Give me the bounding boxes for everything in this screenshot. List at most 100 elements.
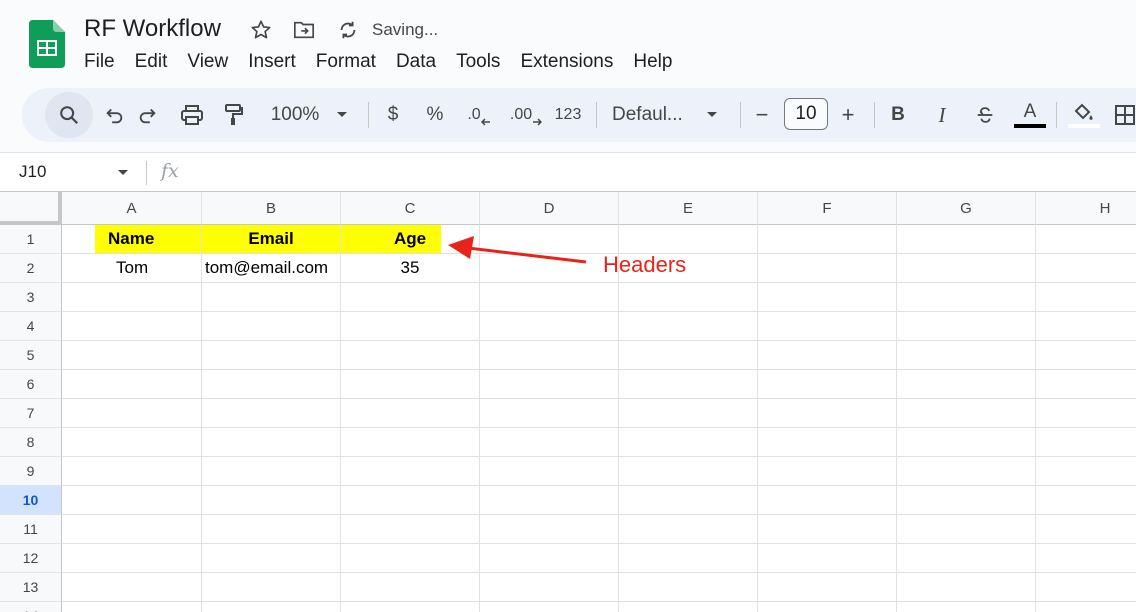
zoom-dropdown[interactable] [332, 88, 352, 142]
paint-format-button[interactable] [214, 88, 254, 142]
decrease-decimal-button[interactable]: .0 [462, 88, 496, 142]
row-header[interactable]: 2 [0, 254, 62, 283]
star-icon[interactable] [250, 19, 272, 41]
cell-b6[interactable] [202, 370, 341, 399]
cell-f1[interactable] [758, 225, 897, 254]
cell-c6[interactable] [341, 370, 480, 399]
menu-format[interactable]: Format [306, 49, 386, 75]
cell-f4[interactable] [758, 312, 897, 341]
cell-g1[interactable] [897, 225, 1036, 254]
cell-e14[interactable] [619, 602, 758, 612]
cell-d5[interactable] [480, 341, 619, 370]
cell-b13[interactable] [202, 573, 341, 602]
print-button[interactable] [172, 88, 212, 142]
cell-f3[interactable] [758, 283, 897, 312]
cell-b11[interactable] [202, 515, 341, 544]
cell-f8[interactable] [758, 428, 897, 457]
cell-g10[interactable] [897, 486, 1036, 515]
cell-d7[interactable] [480, 399, 619, 428]
cell-c3[interactable] [341, 283, 480, 312]
cell-d11[interactable] [480, 515, 619, 544]
cell-g6[interactable] [897, 370, 1036, 399]
menu-help[interactable]: Help [623, 49, 682, 75]
menu-file[interactable]: File [74, 49, 125, 75]
cell-c9[interactable] [341, 457, 480, 486]
row-header[interactable]: 8 [0, 428, 62, 457]
cell-h13[interactable] [1036, 573, 1136, 602]
cell-b8[interactable] [202, 428, 341, 457]
cell-f7[interactable] [758, 399, 897, 428]
font-select[interactable]: Defaul... [612, 88, 692, 142]
cell-g9[interactable] [897, 457, 1036, 486]
menu-view[interactable]: View [177, 49, 238, 75]
cell-e6[interactable] [619, 370, 758, 399]
menu-data[interactable]: Data [386, 49, 446, 75]
cell-f12[interactable] [758, 544, 897, 573]
cell-f10[interactable] [758, 486, 897, 515]
cell-g7[interactable] [897, 399, 1036, 428]
cell-g2[interactable] [897, 254, 1036, 283]
cell-e13[interactable] [619, 573, 758, 602]
cell-f2[interactable] [758, 254, 897, 283]
row-header[interactable]: 6 [0, 370, 62, 399]
cell-a2[interactable]: Tom [62, 254, 202, 283]
decrease-font-size-button[interactable]: − [750, 88, 774, 142]
cell-d8[interactable] [480, 428, 619, 457]
cell-h7[interactable] [1036, 399, 1136, 428]
cell-b7[interactable] [202, 399, 341, 428]
borders-button[interactable] [1112, 88, 1136, 142]
fill-color-button[interactable] [1066, 88, 1102, 142]
cell-g4[interactable] [897, 312, 1036, 341]
text-color-button[interactable]: A [1012, 88, 1048, 142]
cell-f9[interactable] [758, 457, 897, 486]
column-header-e[interactable]: E [619, 192, 758, 225]
menu-extensions[interactable]: Extensions [510, 49, 623, 75]
column-header-h[interactable]: H [1036, 192, 1136, 225]
row-header[interactable]: 9 [0, 457, 62, 486]
menu-insert[interactable]: Insert [238, 49, 306, 75]
cell-a7[interactable] [62, 399, 202, 428]
cell-a3[interactable] [62, 283, 202, 312]
row-header[interactable]: 4 [0, 312, 62, 341]
cell-g11[interactable] [897, 515, 1036, 544]
row-header[interactable]: 12 [0, 544, 62, 573]
cell-a9[interactable] [62, 457, 202, 486]
cell-e9[interactable] [619, 457, 758, 486]
move-folder-icon[interactable] [293, 19, 315, 41]
cell-h1[interactable] [1036, 225, 1136, 254]
cell-b14[interactable] [202, 602, 341, 612]
cell-e11[interactable] [619, 515, 758, 544]
column-header-a[interactable]: A [62, 192, 202, 225]
search-menus-button[interactable] [45, 92, 93, 138]
format-percent-button[interactable]: % [422, 88, 448, 142]
cell-b1[interactable]: Email [202, 225, 341, 254]
document-title[interactable]: RF Workflow [84, 14, 221, 44]
cell-a6[interactable] [62, 370, 202, 399]
cell-a11[interactable] [62, 515, 202, 544]
row-header[interactable]: 13 [0, 573, 62, 602]
row-header[interactable]: 3 [0, 283, 62, 312]
zoom-select[interactable]: 100% [264, 88, 326, 142]
cell-b12[interactable] [202, 544, 341, 573]
cell-d4[interactable] [480, 312, 619, 341]
cell-g8[interactable] [897, 428, 1036, 457]
row-header[interactable]: 14 [0, 602, 62, 612]
select-all-corner[interactable] [0, 192, 62, 225]
cell-c5[interactable] [341, 341, 480, 370]
cell-d10[interactable] [480, 486, 619, 515]
cell-b4[interactable] [202, 312, 341, 341]
cell-f11[interactable] [758, 515, 897, 544]
cell-e10[interactable] [619, 486, 758, 515]
cell-b2[interactable]: tom@email.com [202, 254, 341, 283]
cell-e12[interactable] [619, 544, 758, 573]
format-currency-button[interactable]: $ [380, 88, 406, 142]
row-header[interactable]: 1 [0, 225, 62, 254]
cell-h11[interactable] [1036, 515, 1136, 544]
increase-decimal-button[interactable]: .00 [506, 88, 546, 142]
cell-e5[interactable] [619, 341, 758, 370]
font-size-input[interactable]: 10 [784, 98, 828, 130]
column-header-g[interactable]: G [897, 192, 1036, 225]
cell-c12[interactable] [341, 544, 480, 573]
cell-e3[interactable] [619, 283, 758, 312]
cell-h9[interactable] [1036, 457, 1136, 486]
